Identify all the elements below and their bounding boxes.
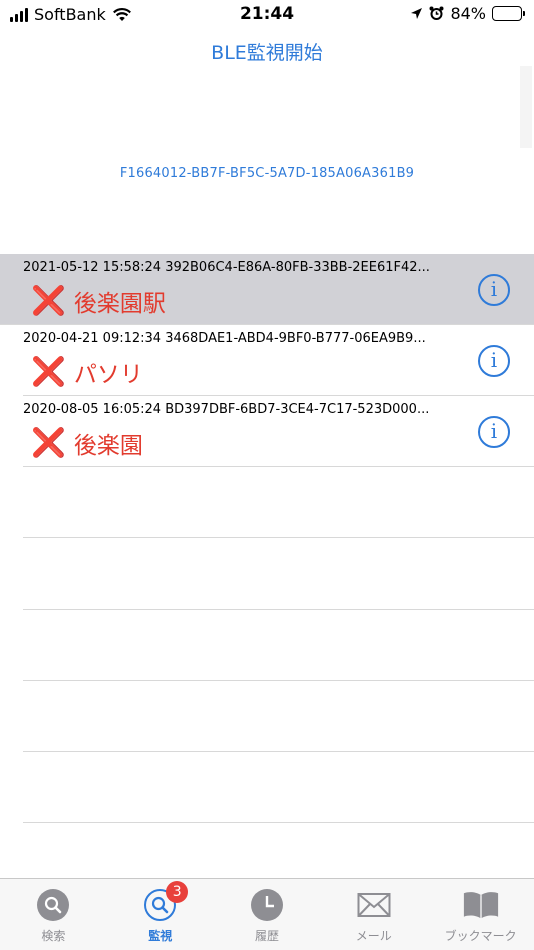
mail-icon	[356, 887, 392, 923]
empty-row	[23, 681, 534, 753]
row-subtitle: ❌ 後楽園	[31, 426, 143, 460]
info-button[interactable]: i	[478, 345, 510, 377]
row-subtitle: ❌ 後楽園駅	[31, 284, 166, 318]
status-right: 84%	[410, 4, 525, 23]
table-row[interactable]: 2020-04-21 09:12:34 3468DAE1-ABD4-9BF0-B…	[23, 325, 534, 396]
device-list: 2021-05-12 15:58:24 392B06C4-E86A-80FB-3…	[0, 254, 534, 824]
scroll-indicator	[520, 66, 532, 148]
battery-icon	[492, 6, 525, 21]
row-label: 後楽園	[73, 433, 143, 459]
status-bar: SoftBank 21:44 84%	[0, 0, 534, 30]
cross-mark-icon: ❌	[31, 284, 66, 317]
location-arrow-icon	[411, 8, 423, 19]
empty-row	[23, 752, 534, 824]
empty-row	[23, 610, 534, 681]
tab-label: メール	[355, 929, 392, 943]
row-title: 2020-08-05 16:05:24 BD397DBF-6BD7-3CE4-7…	[23, 402, 430, 417]
empty-row	[23, 538, 534, 610]
tab-search[interactable]: 検索	[0, 879, 107, 950]
cross-mark-icon: ❌	[31, 355, 66, 388]
tab-monitor[interactable]: 3 監視	[107, 879, 214, 950]
tab-history[interactable]: 履歴	[214, 879, 321, 950]
battery-percent: 84%	[450, 4, 486, 23]
tab-mail[interactable]: メール	[320, 879, 427, 950]
row-subtitle: ❌ パソリ	[31, 355, 143, 389]
empty-row	[23, 467, 534, 539]
tab-bar: 検索 3 監視 履歴 メール ブックマーク	[0, 878, 534, 950]
uuid-label: F1664012-BB7F-BF5C-5A7D-185A06A361B9	[119, 166, 415, 181]
tab-bookmark[interactable]: ブックマーク	[427, 879, 534, 950]
table-row[interactable]: 2020-08-05 16:05:24 BD397DBF-6BD7-3CE4-7…	[23, 396, 534, 467]
book-icon	[463, 887, 499, 923]
row-label: 後楽園駅	[73, 291, 166, 317]
row-title: 2021-05-12 15:58:24 392B06C4-E86A-80FB-3…	[23, 260, 430, 275]
search-icon	[35, 887, 71, 923]
row-label: パソリ	[73, 362, 143, 388]
cross-mark-icon: ❌	[31, 426, 66, 459]
table-row[interactable]: 2021-05-12 15:58:24 392B06C4-E86A-80FB-3…	[0, 254, 534, 325]
tab-label: 履歴	[254, 929, 279, 943]
alarm-icon	[429, 6, 444, 20]
clock-icon	[249, 887, 285, 923]
tab-label: ブックマーク	[444, 929, 517, 943]
info-button[interactable]: i	[478, 274, 510, 306]
ble-monitor-start-button[interactable]: BLE監視開始	[0, 38, 534, 65]
tab-label: 監視	[148, 929, 173, 943]
notification-badge: 3	[166, 881, 189, 903]
info-button[interactable]: i	[478, 416, 510, 448]
row-title: 2020-04-21 09:12:34 3468DAE1-ABD4-9BF0-B…	[23, 331, 426, 346]
tab-label: 検索	[41, 929, 66, 943]
